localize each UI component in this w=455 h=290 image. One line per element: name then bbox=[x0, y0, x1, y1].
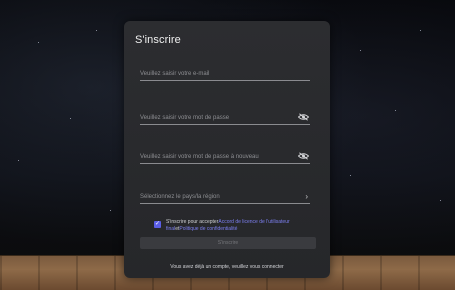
star bbox=[18, 160, 19, 161]
signup-button[interactable]: S'inscrire bbox=[140, 237, 316, 249]
star bbox=[420, 30, 421, 31]
check-icon: ✓ bbox=[154, 221, 161, 227]
page-title: S'inscrire bbox=[135, 34, 181, 46]
consent-checkbox[interactable]: ✓ bbox=[154, 221, 161, 228]
email-placeholder: Veuillez saisir votre e-mail bbox=[140, 71, 210, 77]
star bbox=[96, 30, 97, 31]
star bbox=[350, 175, 351, 176]
chevron-right-icon: › bbox=[305, 192, 308, 201]
consent-prefix: S'inscrire pour accepter bbox=[166, 219, 219, 225]
login-link[interactable]: Vous avez déjà un compte, veuillez vous … bbox=[124, 264, 330, 270]
confirm-password-placeholder: Veuillez saisir votre mot de passe à nou… bbox=[140, 154, 259, 160]
star bbox=[70, 118, 71, 119]
password-placeholder: Veuillez saisir votre mot de passe bbox=[140, 115, 230, 121]
country-selector[interactable]: Sélectionnez le pays/la région › bbox=[140, 187, 310, 204]
password-field[interactable]: Veuillez saisir votre mot de passe bbox=[140, 108, 310, 125]
signup-panel: S'inscrire Veuillez saisir votre e-mail … bbox=[124, 21, 330, 278]
email-field[interactable]: Veuillez saisir votre e-mail bbox=[140, 64, 310, 81]
country-placeholder: Sélectionnez le pays/la région bbox=[140, 194, 220, 200]
star bbox=[440, 200, 441, 201]
eye-off-icon[interactable] bbox=[298, 152, 309, 160]
star bbox=[360, 50, 361, 51]
star bbox=[395, 110, 396, 111]
consent-text: S'inscrire pour accepterAccord de licenc… bbox=[166, 219, 316, 233]
star bbox=[110, 210, 111, 211]
star bbox=[38, 42, 39, 43]
confirm-password-field[interactable]: Veuillez saisir votre mot de passe à nou… bbox=[140, 147, 310, 164]
eye-off-icon[interactable] bbox=[298, 113, 309, 121]
privacy-policy-link[interactable]: Politique de confidentialité bbox=[179, 226, 237, 232]
